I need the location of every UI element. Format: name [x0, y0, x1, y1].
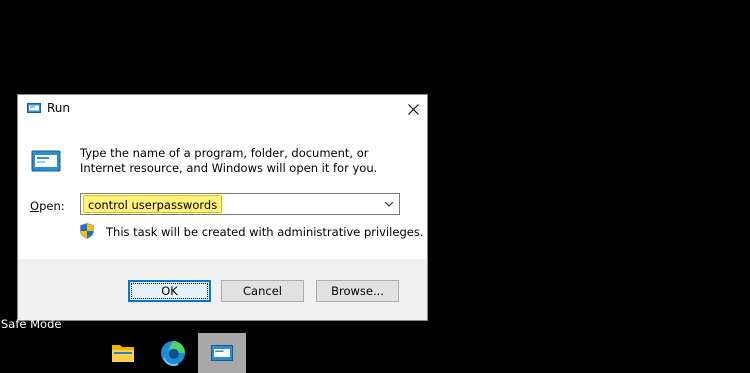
run-icon: [31, 150, 61, 172]
admin-note: This task will be created with administr…: [106, 225, 424, 239]
dialog-description: Type the name of a program, folder, docu…: [80, 146, 378, 175]
open-combobox[interactable]: control userpasswords: [80, 193, 400, 215]
shield-icon: [80, 223, 94, 239]
taskbar-item-edge[interactable]: [149, 333, 197, 373]
cancel-button[interactable]: Cancel: [221, 280, 304, 302]
edge-icon: [161, 341, 185, 366]
chevron-down-icon[interactable]: [383, 198, 395, 210]
open-label: Open:: [30, 199, 65, 213]
browse-button[interactable]: Browse...: [316, 280, 399, 302]
run-dialog: Run Type the name of a program, folder, …: [17, 94, 428, 321]
ok-button[interactable]: OK: [128, 280, 211, 302]
desktop: Run Type the name of a program, folder, …: [0, 0, 750, 373]
open-label-accelerator: O: [30, 199, 40, 213]
close-button[interactable]: [399, 95, 427, 123]
open-label-text: pen:: [39, 199, 65, 213]
taskbar-item-file-explorer[interactable]: [99, 333, 147, 373]
dialog-content: Type the name of a program, folder, docu…: [18, 123, 427, 259]
folder-icon: [112, 345, 134, 362]
taskbar-item-run[interactable]: [198, 333, 246, 373]
close-icon: [407, 103, 419, 115]
dialog-titlebar[interactable]: Run: [18, 95, 427, 123]
safe-mode-label: Safe Mode: [1, 317, 62, 331]
dialog-title: Run: [47, 101, 71, 115]
open-input-value[interactable]: control userpasswords: [83, 195, 223, 213]
run-icon: [27, 103, 41, 113]
run-icon: [211, 345, 233, 361]
